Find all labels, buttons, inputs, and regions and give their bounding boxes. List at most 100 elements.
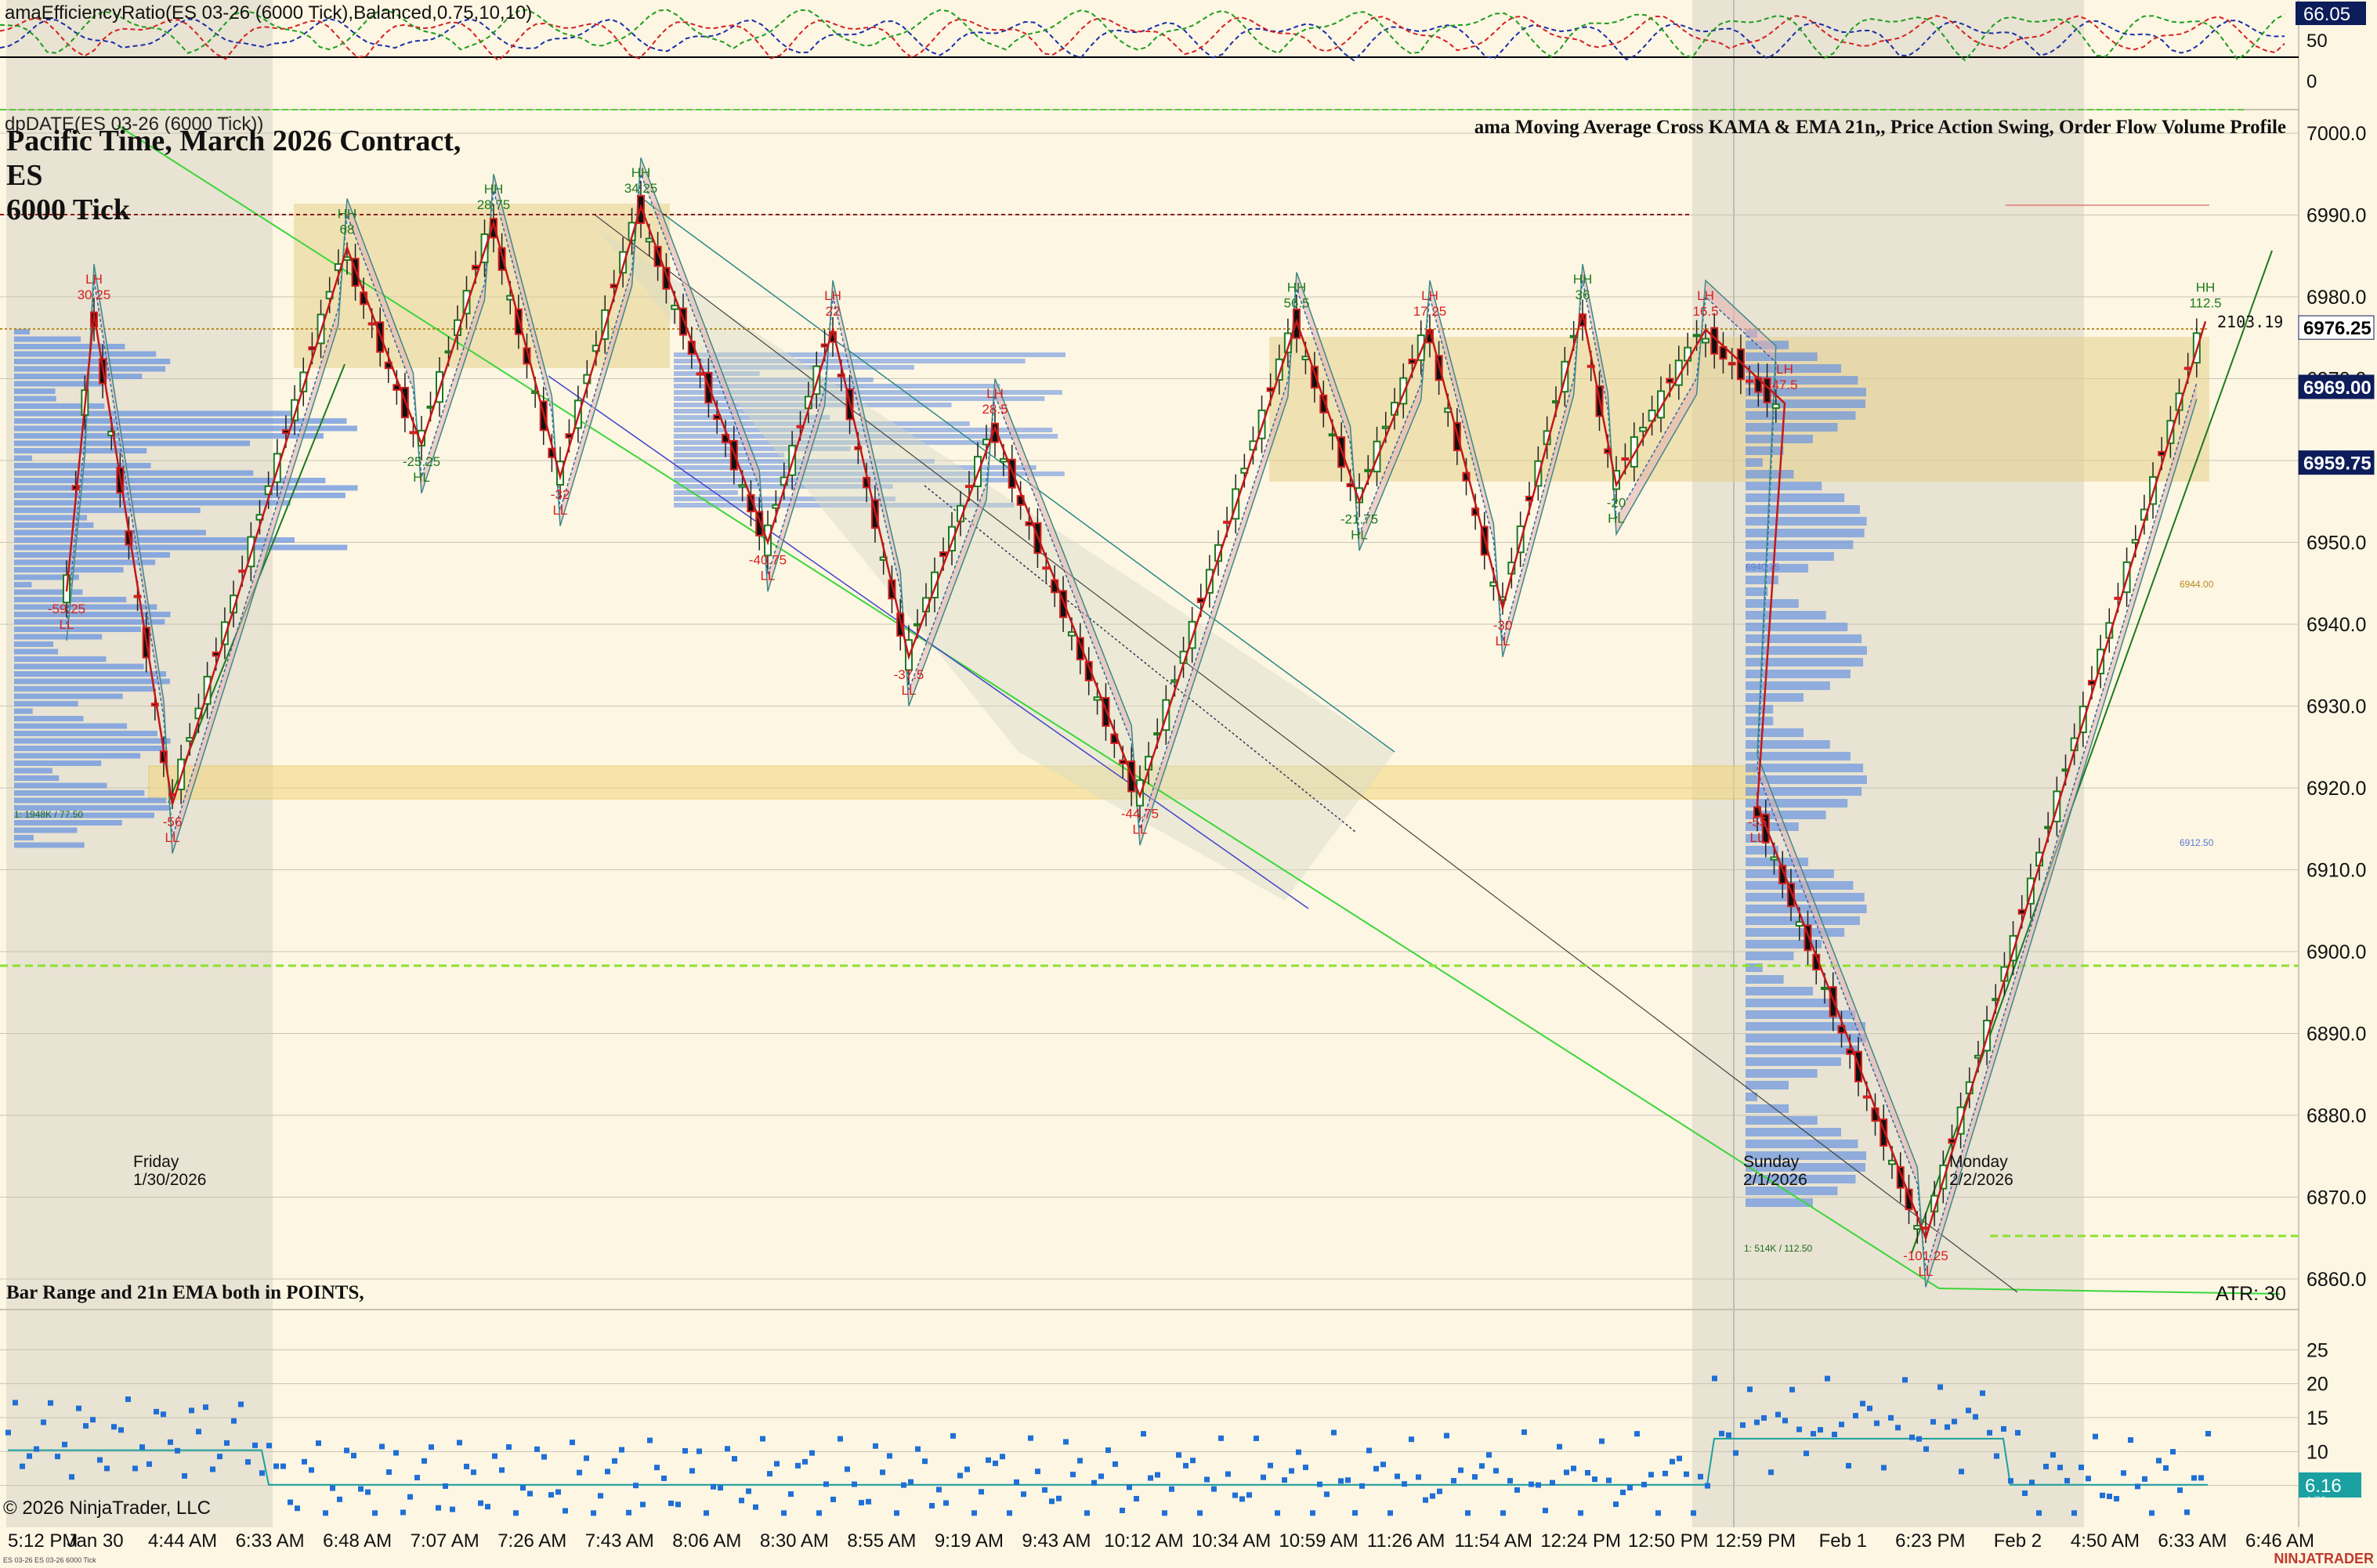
range-tick-label: 15 <box>2306 1407 2328 1429</box>
swing-value-label: -25.25 <box>403 454 440 469</box>
range-point <box>316 1440 321 1447</box>
range-point <box>986 1457 991 1463</box>
range-point <box>1254 1435 1259 1441</box>
range-point <box>1317 1481 1322 1487</box>
volume-profile-bar-left <box>14 351 157 357</box>
session-sunday-day: Sunday <box>1743 1153 1800 1171</box>
range-point <box>1155 1472 1160 1478</box>
time-axis-label: 12:59 PM <box>1715 1530 1796 1552</box>
range-point <box>2107 1494 2112 1500</box>
volume-profile-bar-left <box>14 775 60 781</box>
ninjatrader-chart[interactable]: amaEfficiencyRatio(ES 03-26 (6000 Tick),… <box>0 0 2377 1568</box>
range-point <box>619 1447 624 1453</box>
swing-kind-label: 112.5 <box>2189 295 2221 310</box>
volume-profile-bar-left <box>14 649 59 655</box>
time-axis-label: 6:23 PM <box>1895 1530 1965 1552</box>
volume-profile-bar-right <box>1746 881 1854 890</box>
range-point <box>1627 1484 1633 1490</box>
range-point <box>499 1467 505 1473</box>
range-point <box>309 1467 314 1473</box>
range-point <box>1662 1470 1668 1476</box>
range-point <box>407 1494 413 1500</box>
swing-kind-label: HL <box>1608 511 1625 526</box>
range-point <box>1148 1475 1153 1481</box>
volume-profile-bar-left <box>14 604 157 610</box>
range-point <box>654 1465 660 1471</box>
range-point <box>280 1463 286 1469</box>
range-point <box>48 1400 53 1406</box>
range-point <box>1825 1375 1830 1382</box>
range-point <box>386 1469 392 1476</box>
range-point <box>1937 1384 1943 1390</box>
price-tick-label: 6920.0 <box>2306 778 2366 800</box>
range-tick-label: 20 <box>2306 1374 2328 1396</box>
candle-body <box>1913 1224 1922 1230</box>
time-axis-label: 6:33 AM <box>2158 1530 2227 1552</box>
range-point <box>1000 1454 1005 1460</box>
volume-profile-bar-right <box>1746 493 1845 502</box>
er-tick-0: 0 <box>2306 71 2317 92</box>
footer-tiny: ES 03-26 ES 03-26 6000 Tick <box>3 1556 96 1564</box>
range-point <box>682 1447 688 1454</box>
range-point <box>1409 1436 1414 1443</box>
range-point <box>1007 1510 1012 1516</box>
annotation-6912: 6912.50 <box>2180 837 2214 848</box>
range-point <box>668 1500 674 1506</box>
range-point <box>859 1500 864 1506</box>
range-point <box>351 1452 356 1458</box>
volume-profile-bar-left <box>14 842 85 848</box>
volume-profile-bar-left <box>14 708 33 714</box>
range-point <box>1620 1489 1626 1495</box>
range-point <box>2114 1496 2119 1502</box>
range-point <box>753 1504 758 1510</box>
range-point <box>203 1404 208 1411</box>
range-point <box>2177 1487 2183 1494</box>
price-tick-label: 6860.0 <box>2306 1269 2366 1291</box>
volume-profile-bar-left <box>14 515 88 521</box>
er-title: amaEfficiencyRatio(ES 03-26 (6000 Tick),… <box>5 2 532 23</box>
range-point <box>1331 1429 1337 1436</box>
volume-profile-bar-left <box>14 634 103 640</box>
range-point <box>436 1505 441 1511</box>
range-point <box>1211 1486 1217 1492</box>
range-point <box>1691 1510 1696 1516</box>
volume-profile-bar-right <box>1746 999 1838 1007</box>
range-point <box>936 1487 942 1493</box>
range-point <box>633 1483 639 1489</box>
range-point <box>1839 1422 1844 1428</box>
swing-value-label: HH <box>338 206 357 221</box>
volume-profile-bar-left <box>14 485 358 491</box>
range-point <box>1204 1476 1210 1483</box>
time-axis-label: 4:44 AM <box>148 1530 217 1552</box>
session-friday-date: 1/30/2026 <box>133 1171 206 1189</box>
volume-profile-bar-right <box>1746 1198 1813 1207</box>
range-point <box>62 1441 67 1447</box>
volume-profile-bar-mid <box>674 453 785 457</box>
range-point <box>816 1510 822 1516</box>
volume-profile-bar-left <box>14 470 254 476</box>
range-point <box>238 1401 244 1407</box>
range-point <box>1952 1418 1957 1425</box>
range-point <box>957 1472 963 1479</box>
volume-profile-bar-left <box>14 693 123 699</box>
candle-body <box>1621 457 1630 461</box>
range-point <box>577 1469 582 1476</box>
volume-profile-bar-left <box>14 529 206 536</box>
swing-value-label: HH <box>484 182 504 197</box>
range-point <box>1479 1463 1485 1469</box>
volume-profile-bar-left <box>14 790 145 796</box>
range-point <box>746 1488 751 1494</box>
swing-value-label: HH <box>1573 272 1593 287</box>
volume-profile-bar-left <box>14 731 157 736</box>
swing-value-label: HH <box>1287 280 1307 294</box>
swing-value-label: -101.25 <box>1903 1248 1948 1263</box>
range-point <box>908 1479 914 1485</box>
price-marker-label: 6969.00 <box>2303 378 2372 399</box>
range-point <box>2043 1463 2049 1469</box>
range-point <box>1684 1471 1689 1477</box>
range-point <box>330 1485 335 1491</box>
candle-body <box>914 623 921 627</box>
range-point <box>675 1501 681 1508</box>
range-point <box>1606 1477 1612 1483</box>
volume-profile-bar-left <box>14 336 81 342</box>
